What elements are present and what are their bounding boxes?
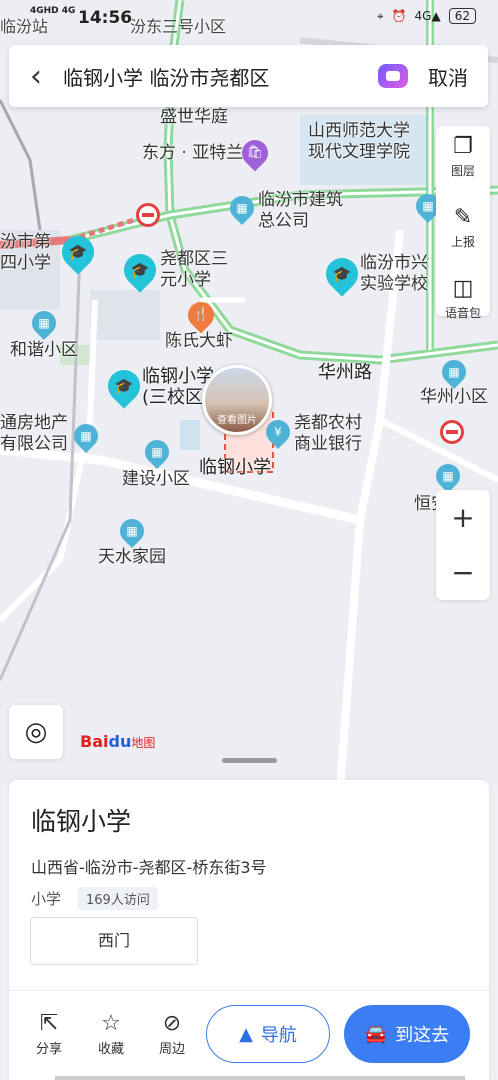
map-label-jianzhu[interactable]: 临汾市建筑 总公司 — [258, 190, 343, 232]
zoom-out-button[interactable]: − — [436, 545, 490, 600]
map-label-university[interactable]: 山西师范大学 现代文理学院 — [308, 121, 410, 163]
favorite-label: 收藏 — [97, 1042, 124, 1057]
clock: 14:56 — [78, 8, 133, 28]
divider — [9, 990, 489, 991]
west-gate-button[interactable]: 西门 — [30, 917, 198, 965]
map-label-chenshi[interactable]: 陈氏大虾 — [165, 331, 233, 352]
nearby-label: 周边 — [158, 1042, 185, 1057]
company-pin-icon[interactable]: ▦ — [69, 419, 103, 453]
alarm-icon: ⏰ — [391, 9, 407, 23]
residence-pin-icon[interactable]: ▦ — [437, 355, 471, 389]
school-pin-icon[interactable]: 🎓 — [55, 229, 101, 275]
residence-pin-icon[interactable]: ▦ — [140, 435, 174, 469]
map-label-bank[interactable]: 尧都农村 商业银行 — [294, 413, 362, 455]
battery-icon: 62 — [448, 8, 476, 24]
residence-pin-icon[interactable]: ▦ — [115, 514, 149, 548]
location-icon: ⌖ — [376, 8, 384, 23]
school-pin-icon[interactable]: 🎓 — [117, 247, 163, 293]
crosshair-icon: ◎ — [24, 717, 48, 747]
shopping-pin-icon[interactable]: 🛍 — [236, 134, 274, 172]
traffic-restriction-icon[interactable] — [440, 420, 464, 444]
navigate-label: 导航 — [260, 1025, 297, 1046]
locate-me-button[interactable]: ◎ — [9, 705, 63, 759]
drag-handle[interactable] — [222, 758, 277, 763]
map-label-school-fourth[interactable]: 汾市第 四小学 — [0, 232, 51, 274]
search-query[interactable]: 临钢小学 临汾市尧都区 — [63, 62, 378, 91]
voice-pack-icon: ◫ — [452, 276, 474, 301]
zoom-controls: + − — [436, 490, 490, 600]
map-label-jianshe[interactable]: 建设小区 — [122, 469, 190, 490]
share-icon: ⇱ — [39, 1011, 59, 1036]
map-view[interactable]: 4GHD 4G 14:56 ⌖ ⏰ 4G▲ 62 临汾站 汾东三号小区 盛世华庭… — [0, 0, 498, 790]
residence-pin-icon[interactable]: ▦ — [27, 306, 61, 340]
map-label-sanyuan[interactable]: 尧都区三 元小学 — [160, 249, 228, 291]
compass-icon: ⊘ — [162, 1011, 182, 1036]
share-button[interactable]: ⇱ 分享 — [25, 1010, 73, 1057]
back-icon[interactable]: ‹ — [9, 59, 63, 94]
map-label-huazhou-xiaoqu[interactable]: 华州小区 — [420, 387, 488, 408]
cancel-button[interactable]: 取消 — [428, 62, 468, 91]
residence-pin-icon[interactable]: ▦ — [431, 459, 465, 493]
map-label-shengshi[interactable]: 盛世华庭 — [160, 107, 228, 128]
favorite-button[interactable]: ☆ 收藏 — [87, 1010, 135, 1057]
navigate-button[interactable]: ▲ 导航 — [206, 1005, 330, 1063]
place-photo-bubble[interactable]: 查看图片 — [202, 365, 272, 435]
map-label-fendong[interactable]: 汾东三号小区 — [130, 16, 226, 37]
edit-icon: ✎ — [453, 205, 473, 230]
signal-icon: 4G▲ — [414, 9, 441, 23]
place-name: 临钢小学 — [31, 807, 132, 836]
visit-count-badge: 169人访问 — [78, 887, 158, 910]
network-indicator: 4GHD 4G — [30, 6, 76, 16]
map-label-hexie[interactable]: 和谐小区 — [10, 340, 78, 361]
road-label-huazhou: 华州路 — [318, 362, 372, 383]
star-icon: ☆ — [101, 1011, 121, 1036]
share-label: 分享 — [35, 1042, 62, 1057]
navigation-arrow-icon: ▲ — [239, 1023, 253, 1045]
voice-pack-button[interactable]: ◫ 语音包 — [436, 276, 490, 339]
map-label-xingshi[interactable]: 临汾市兴 实验学校 — [360, 253, 428, 295]
gesture-bar — [55, 1076, 465, 1080]
voice-pack-label: 语音包 — [444, 306, 481, 320]
status-icons: ⌖ ⏰ 4G▲ 62 — [377, 8, 476, 24]
car-icon: 🚘 — [364, 1023, 388, 1045]
layers-label: 图层 — [450, 164, 475, 178]
status-bar: 4GHD 4G 14:56 ⌖ ⏰ 4G▲ 62 — [0, 0, 498, 38]
report-button[interactable]: ✎ 上报 — [436, 205, 490, 268]
layers-icon: ❐ — [453, 134, 473, 159]
voice-assistant-icon[interactable] — [378, 64, 408, 88]
place-address: 山西省-临汾市-尧都区-桥东街3号 — [31, 858, 267, 877]
place-category: 小学 — [31, 890, 62, 908]
map-label-lingang-school[interactable]: 临钢小学 — [199, 457, 271, 478]
go-here-button[interactable]: 🚘 到这去 — [344, 1005, 470, 1063]
map-tools-panel: ❐ 图层 ✎ 上报 ◫ 语音包 — [436, 126, 490, 320]
view-photo-caption: 查看图片 — [217, 415, 257, 426]
map-label-tianshui[interactable]: 天水家园 — [98, 547, 166, 568]
map-label-station[interactable]: 临汾站 — [0, 16, 48, 37]
restaurant-pin-icon[interactable]: 🍴 — [182, 296, 220, 334]
place-detail-card[interactable]: 临钢小学 山西省-临汾市-尧都区-桥东街3号 小学 169人访问 西门 ⇱ 分享… — [9, 780, 489, 1080]
search-bar[interactable]: ‹ 临钢小学 临汾市尧都区 取消 — [9, 45, 488, 107]
company-pin-icon[interactable]: ▦ — [225, 191, 259, 225]
report-label: 上报 — [450, 235, 475, 249]
go-here-label: 到这去 — [395, 1025, 450, 1046]
traffic-restriction-icon[interactable] — [136, 203, 160, 227]
layers-button[interactable]: ❐ 图层 — [436, 134, 490, 197]
zoom-in-button[interactable]: + — [436, 490, 490, 545]
school-pin-icon[interactable]: 🎓 — [319, 251, 365, 297]
baidu-map-logo: Baidu地图 — [80, 732, 156, 751]
school-pin-icon[interactable]: 🎓 — [101, 363, 147, 409]
map-label-realestate[interactable]: 通房地产 有限公司 — [0, 413, 68, 455]
nearby-button[interactable]: ⊘ 周边 — [148, 1010, 196, 1057]
map-label-yatelan[interactable]: 东方 · 亚特兰 — [142, 143, 243, 164]
